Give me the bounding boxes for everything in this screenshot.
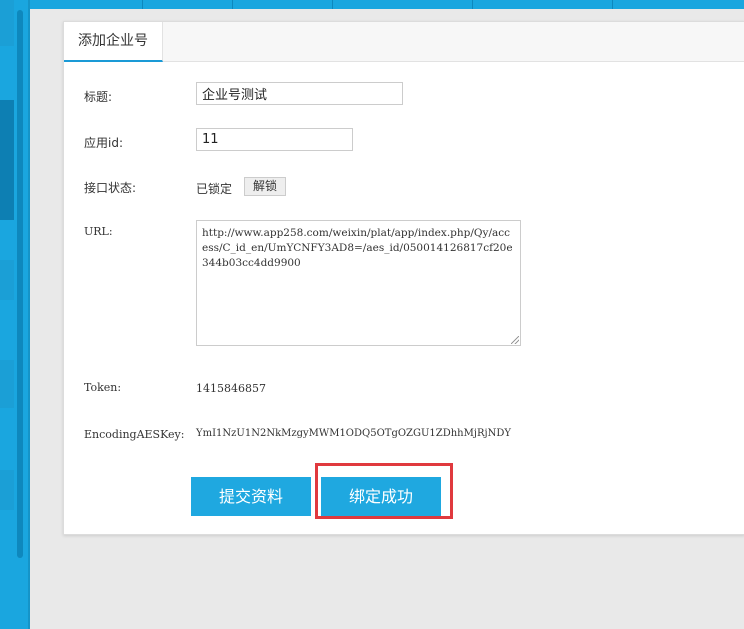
- title-input[interactable]: [196, 82, 403, 105]
- bind-success-button[interactable]: 绑定成功: [321, 477, 441, 516]
- appid-input[interactable]: [196, 128, 353, 151]
- token-label: Token:: [84, 381, 122, 394]
- unlock-button[interactable]: 解锁: [244, 177, 286, 196]
- top-bar: [30, 0, 744, 9]
- sidebar: [0, 0, 30, 629]
- aeskey-value: YmI1NzU1N2NkMzgyMWM1ODQ5OTgOZGU1ZDhhMjRj…: [196, 428, 511, 439]
- sidebar-block-active: [0, 100, 14, 220]
- submit-button[interactable]: 提交资料: [191, 477, 311, 516]
- aeskey-label: EncodingAESKey:: [84, 428, 185, 441]
- status-value: 已锁定: [196, 182, 233, 196]
- appid-label: 应用id:: [84, 136, 123, 150]
- sidebar-block: [0, 0, 14, 46]
- url-label: URL:: [84, 225, 113, 238]
- tab-bar: 添加企业号: [64, 22, 744, 62]
- sidebar-scrollbar[interactable]: [17, 10, 23, 558]
- sidebar-block: [0, 360, 14, 408]
- resize-grip-icon[interactable]: [511, 336, 519, 344]
- sidebar-block: [0, 470, 14, 510]
- url-textarea[interactable]: http://www.app258.com/weixin/plat/app/in…: [196, 220, 521, 346]
- tab-add-enterprise[interactable]: 添加企业号: [64, 22, 163, 62]
- token-value: 1415846857: [196, 382, 266, 395]
- status-label: 接口状态:: [84, 181, 137, 195]
- title-label: 标题:: [84, 90, 113, 104]
- form-panel: 添加企业号 标题: 应用id: 接口状态: 已锁定 解锁 URL: http:/…: [63, 21, 744, 535]
- sidebar-block: [0, 260, 14, 300]
